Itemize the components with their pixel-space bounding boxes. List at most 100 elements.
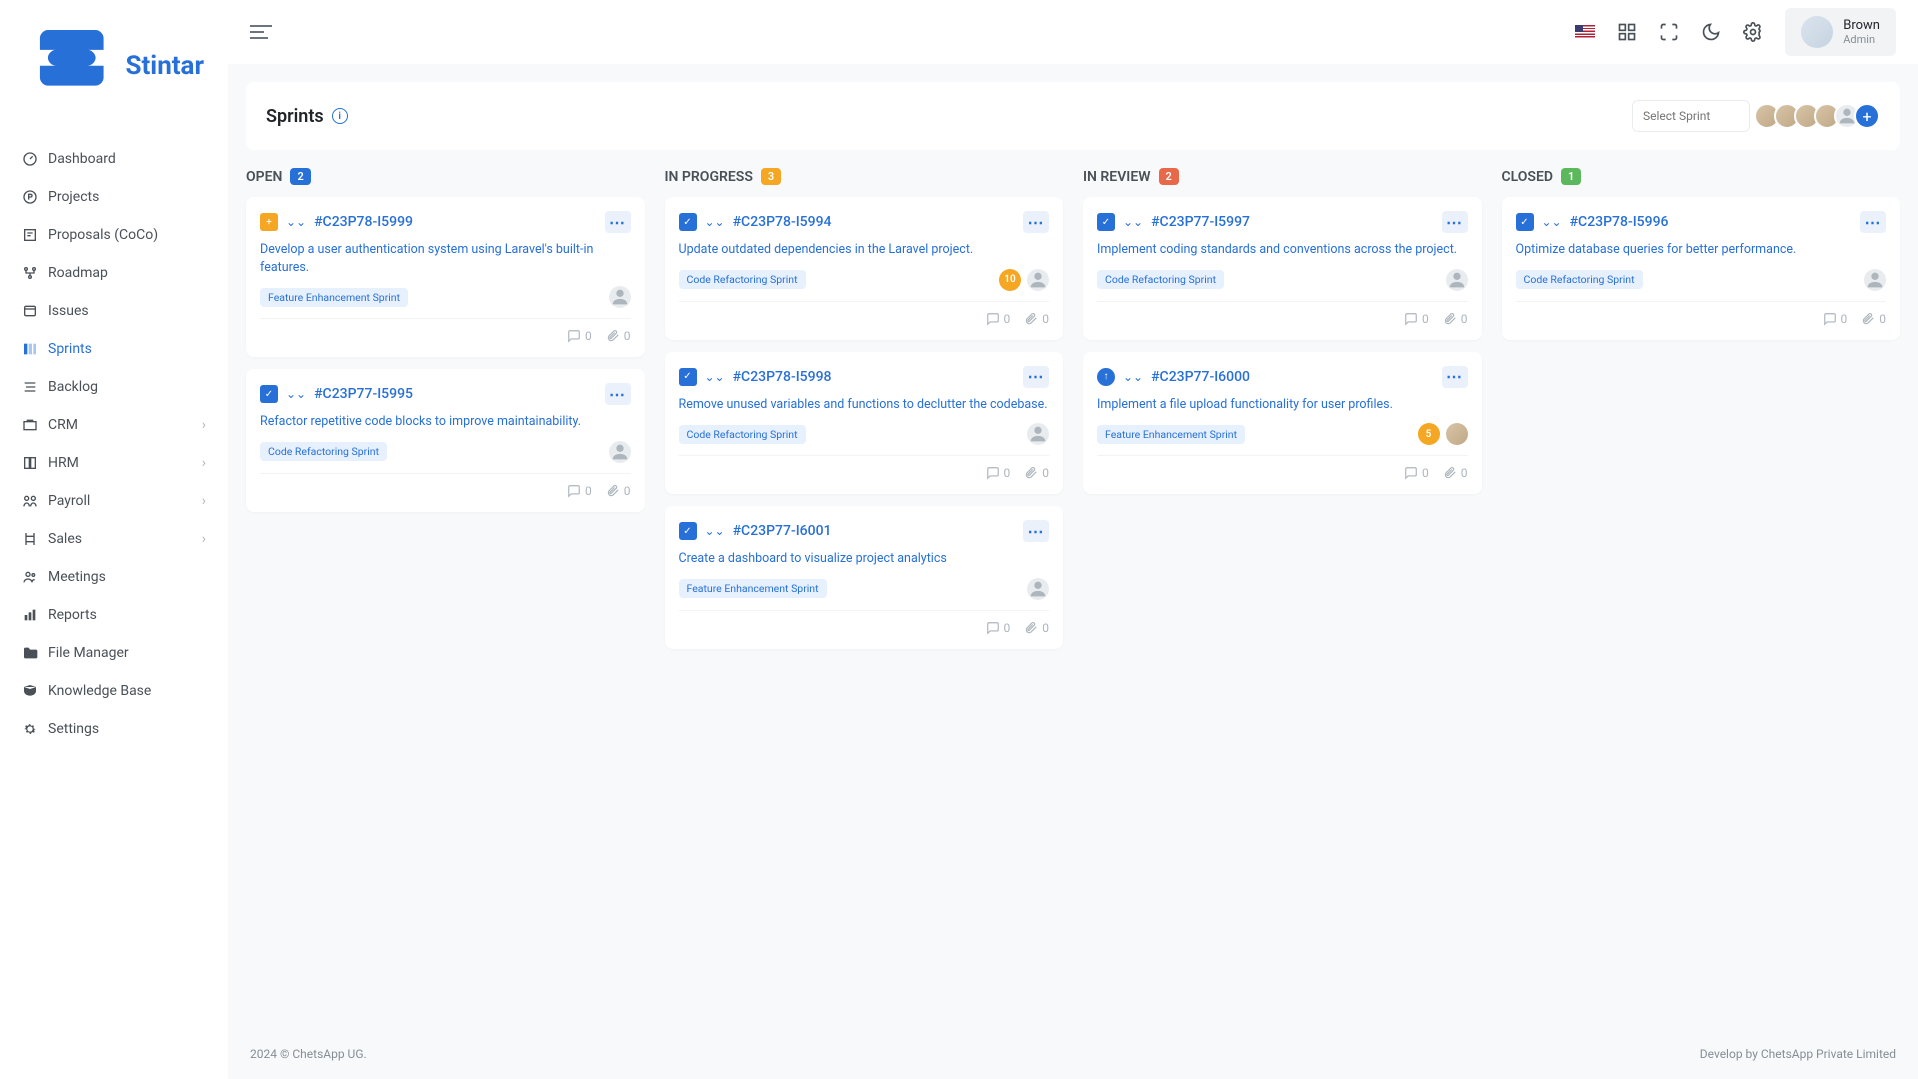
sprint-tag[interactable]: Code Refactoring Sprint xyxy=(1097,270,1224,289)
sprint-tag[interactable]: Code Refactoring Sprint xyxy=(679,425,806,444)
sidebar-item-issues[interactable]: Issues xyxy=(12,292,216,330)
sidebar-item-meetings[interactable]: Meetings xyxy=(12,558,216,596)
sprint-card[interactable]: ✓ ⌄⌄ #C23P77-I5995 ⋯ Refactor repetitive… xyxy=(246,369,645,512)
comments-count[interactable]: 0 xyxy=(567,329,592,343)
card-id[interactable]: #C23P77-I6000 xyxy=(1151,369,1250,385)
comments-count[interactable]: 0 xyxy=(986,312,1011,326)
card-description[interactable]: Remove unused variables and functions to… xyxy=(679,396,1050,414)
add-member-button[interactable]: + xyxy=(1854,103,1880,129)
attachments-count[interactable]: 0 xyxy=(1861,312,1886,326)
info-icon[interactable]: i xyxy=(332,108,348,124)
attachments-count[interactable]: 0 xyxy=(606,329,631,343)
meetings-icon xyxy=(22,569,38,585)
card-menu-button[interactable]: ⋯ xyxy=(1023,366,1049,388)
card-id[interactable]: #C23P78-I5994 xyxy=(733,214,832,230)
sidebar-item-hrm[interactable]: HRM› xyxy=(12,444,216,482)
sprint-tag[interactable]: Feature Enhancement Sprint xyxy=(1097,425,1245,444)
sidebar-item-label: Settings xyxy=(48,721,99,737)
settings-icon[interactable] xyxy=(1743,22,1763,42)
comments-count[interactable]: 0 xyxy=(1404,466,1429,480)
card-id[interactable]: #C23P78-I5998 xyxy=(733,369,832,385)
fullscreen-icon[interactable] xyxy=(1659,22,1679,42)
roadmap-icon xyxy=(22,265,38,281)
assignee-avatar[interactable] xyxy=(1446,423,1468,445)
reports-icon xyxy=(22,607,38,623)
assignee-placeholder-icon[interactable] xyxy=(609,441,631,463)
sprint-card[interactable]: ✓ ⌄⌄ #C23P78-I5998 ⋯ Remove unused varia… xyxy=(665,352,1064,495)
sidebar-item-crm[interactable]: CRM› xyxy=(12,406,216,444)
sprint-card[interactable]: ✓ ⌄⌄ #C23P77-I6001 ⋯ Create a dashboard … xyxy=(665,506,1064,649)
attachments-count[interactable]: 0 xyxy=(606,484,631,498)
sales-icon xyxy=(22,531,38,547)
assignee-placeholder-icon[interactable] xyxy=(1027,269,1049,291)
card-menu-button[interactable]: ⋯ xyxy=(605,211,631,233)
app-logo[interactable]: Stintar xyxy=(0,0,228,132)
attachments-count[interactable]: 0 xyxy=(1443,312,1468,326)
card-menu-button[interactable]: ⋯ xyxy=(1860,211,1886,233)
assignee-placeholder-icon[interactable] xyxy=(1027,423,1049,445)
card-menu-button[interactable]: ⋯ xyxy=(1023,211,1049,233)
comments-count[interactable]: 0 xyxy=(1404,312,1429,326)
sidebar-item-settings[interactable]: Settings xyxy=(12,710,216,748)
sidebar-item-dashboard[interactable]: Dashboard xyxy=(12,140,216,178)
sprint-card[interactable]: ✓ ⌄⌄ #C23P78-I5994 ⋯ Update outdated dep… xyxy=(665,197,1064,340)
card-id[interactable]: #C23P77-I6001 xyxy=(733,523,832,539)
card-menu-button[interactable]: ⋯ xyxy=(605,383,631,405)
sprint-card[interactable]: ✓ ⌄⌄ #C23P77-I5997 ⋯ Implement coding st… xyxy=(1083,197,1482,340)
sprint-tag[interactable]: Code Refactoring Sprint xyxy=(260,442,387,461)
card-id[interactable]: #C23P77-I5995 xyxy=(314,386,413,402)
card-id[interactable]: #C23P78-I5999 xyxy=(314,214,413,230)
card-description[interactable]: Implement a file upload functionality fo… xyxy=(1097,396,1468,414)
comments-count[interactable]: 0 xyxy=(567,484,592,498)
menu-toggle-icon[interactable] xyxy=(250,21,274,43)
assignee-placeholder-icon[interactable] xyxy=(1864,269,1886,291)
sprint-card[interactable]: ✓ ⌄⌄ #C23P78-I5996 ⋯ Optimize database q… xyxy=(1502,197,1901,340)
sprint-tag[interactable]: Feature Enhancement Sprint xyxy=(679,579,827,598)
sprint-tag[interactable]: Code Refactoring Sprint xyxy=(679,270,806,289)
apps-grid-icon[interactable] xyxy=(1617,22,1637,42)
sidebar-item-payroll[interactable]: Payroll› xyxy=(12,482,216,520)
sidebar-item-roadmap[interactable]: Roadmap xyxy=(12,254,216,292)
attachments-count[interactable]: 0 xyxy=(1024,312,1049,326)
sidebar-item-projects[interactable]: Projects xyxy=(12,178,216,216)
attachments-count[interactable]: 0 xyxy=(1024,466,1049,480)
column-count-badge: 3 xyxy=(761,168,781,185)
priority-icon: ⌄⌄ xyxy=(705,370,725,384)
comments-count[interactable]: 0 xyxy=(986,621,1011,635)
card-description[interactable]: Implement coding standards and conventio… xyxy=(1097,241,1468,259)
sprints-icon xyxy=(22,341,38,357)
sprint-tag[interactable]: Feature Enhancement Sprint xyxy=(260,288,408,307)
card-description[interactable]: Refactor repetitive code blocks to impro… xyxy=(260,413,631,431)
card-menu-button[interactable]: ⋯ xyxy=(1442,366,1468,388)
sidebar-item-reports[interactable]: Reports xyxy=(12,596,216,634)
card-description[interactable]: Create a dashboard to visualize project … xyxy=(679,550,1050,568)
card-id[interactable]: #C23P78-I5996 xyxy=(1570,214,1669,230)
dark-mode-icon[interactable] xyxy=(1701,22,1721,42)
user-menu[interactable]: Brown Admin xyxy=(1785,8,1896,56)
card-menu-button[interactable]: ⋯ xyxy=(1442,211,1468,233)
card-description[interactable]: Develop a user authentication system usi… xyxy=(260,241,631,276)
sprint-card[interactable]: ↑ ⌄⌄ #C23P77-I6000 ⋯ Implement a file up… xyxy=(1083,352,1482,495)
sprint-tag[interactable]: Code Refactoring Sprint xyxy=(1516,270,1643,289)
column-header: IN REVIEW2 xyxy=(1083,168,1482,185)
card-menu-button[interactable]: ⋯ xyxy=(1023,520,1049,542)
sidebar-item-file-manager[interactable]: File Manager xyxy=(12,634,216,672)
sidebar-item-knowledge-base[interactable]: Knowledge Base xyxy=(12,672,216,710)
language-flag-icon[interactable] xyxy=(1575,25,1595,39)
sidebar-item-sales[interactable]: Sales› xyxy=(12,520,216,558)
attachments-count[interactable]: 0 xyxy=(1443,466,1468,480)
comments-count[interactable]: 0 xyxy=(1823,312,1848,326)
sidebar-item-proposals-coco-[interactable]: Proposals (CoCo) xyxy=(12,216,216,254)
card-id[interactable]: #C23P77-I5997 xyxy=(1151,214,1250,230)
card-description[interactable]: Optimize database queries for better per… xyxy=(1516,241,1887,259)
sidebar-item-backlog[interactable]: Backlog xyxy=(12,368,216,406)
assignee-placeholder-icon[interactable] xyxy=(1027,578,1049,600)
attachments-count[interactable]: 0 xyxy=(1024,621,1049,635)
sprint-card[interactable]: + ⌄⌄ #C23P78-I5999 ⋯ Develop a user auth… xyxy=(246,197,645,357)
assignee-placeholder-icon[interactable] xyxy=(609,286,631,308)
comments-count[interactable]: 0 xyxy=(986,466,1011,480)
assignee-placeholder-icon[interactable] xyxy=(1446,269,1468,291)
card-description[interactable]: Update outdated dependencies in the Lara… xyxy=(679,241,1050,259)
sprint-select[interactable] xyxy=(1632,100,1750,132)
sidebar-item-sprints[interactable]: Sprints xyxy=(12,330,216,368)
